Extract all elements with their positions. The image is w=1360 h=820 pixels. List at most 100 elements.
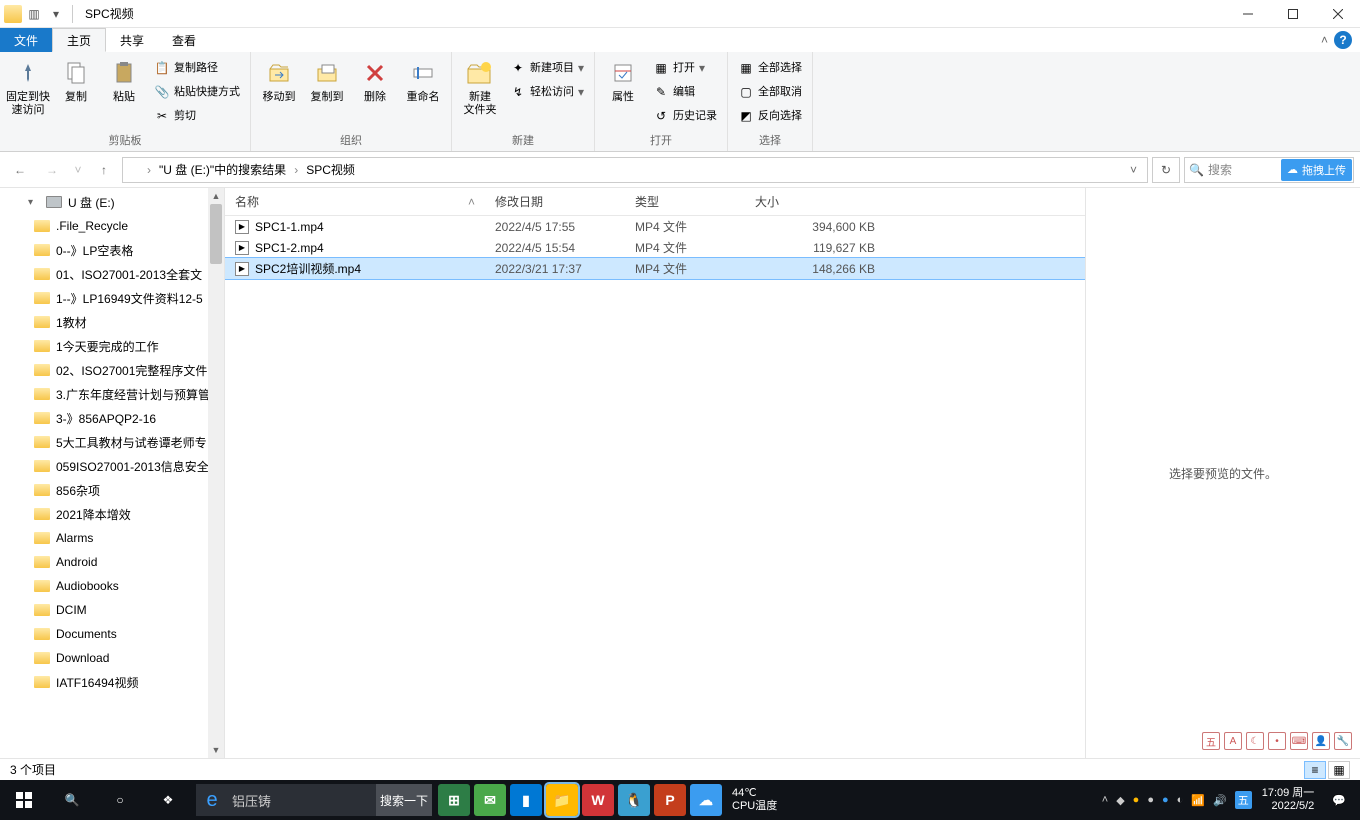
col-name[interactable]: 名称˄ xyxy=(225,193,485,210)
tray-icon-5[interactable]: ◐ xyxy=(1177,794,1184,806)
pinned-app-3[interactable]: ▮ xyxy=(510,784,542,816)
tree-folder[interactable]: 1今天要完成的工作 xyxy=(0,334,224,358)
help-icon[interactable]: ? xyxy=(1334,31,1352,49)
col-size[interactable]: 大小 xyxy=(745,193,885,210)
tray-icon-2[interactable]: ● xyxy=(1133,794,1140,806)
properties-button[interactable]: 属性 xyxy=(601,55,645,104)
tray-ime-icon[interactable]: 五 xyxy=(1235,791,1252,809)
chevron-right-icon[interactable]: › xyxy=(292,163,300,177)
nav-recent-button[interactable]: ˅ xyxy=(70,158,86,182)
paste-button[interactable]: 粘贴 xyxy=(102,55,146,104)
tree-folder[interactable]: Android xyxy=(0,550,224,574)
close-button[interactable] xyxy=(1315,0,1360,28)
edit-button[interactable]: ✎编辑 xyxy=(649,81,721,103)
tree-folder[interactable]: DCIM xyxy=(0,598,224,622)
tree-folder[interactable]: 0--》LP空表格 xyxy=(0,238,224,262)
new-item-button[interactable]: ✦新建项目▾ xyxy=(506,57,588,79)
nav-back-button[interactable]: ← xyxy=(6,158,34,182)
new-folder-button[interactable]: 新建 文件夹 xyxy=(458,55,502,117)
pinned-app-8[interactable]: ☁ xyxy=(690,784,722,816)
cortana-button[interactable]: ○ xyxy=(96,780,144,820)
ime-icon-1[interactable]: 五 xyxy=(1202,732,1220,750)
select-none-button[interactable]: ▢全部取消 xyxy=(734,81,806,103)
nav-up-button[interactable]: ↑ xyxy=(90,158,118,182)
upload-badge[interactable]: ☁ 拖拽上传 xyxy=(1281,159,1352,181)
ime-icon-6[interactable]: 👤 xyxy=(1312,732,1330,750)
file-row[interactable]: ▶SPC1-2.mp42022/4/5 15:54MP4 文件119,627 K… xyxy=(225,237,1085,258)
easy-access-button[interactable]: ↯轻松访问▾ xyxy=(506,81,588,103)
breadcrumb-1[interactable]: "U 盘 (E:)"中的搜索结果 xyxy=(155,161,290,178)
pinned-app-7[interactable]: P xyxy=(654,784,686,816)
details-view-button[interactable]: ≡ xyxy=(1304,761,1326,779)
paste-shortcut-button[interactable]: 📎粘贴快捷方式 xyxy=(150,81,244,103)
ime-icon-4[interactable]: • xyxy=(1268,732,1286,750)
tree-folder[interactable]: 02、ISO27001完整程序文件 xyxy=(0,358,224,382)
tree-folder[interactable]: Alarms xyxy=(0,526,224,550)
taskbar-clock[interactable]: 17:09 周一2022/5/2 xyxy=(1262,787,1315,813)
tree-folder[interactable]: Audiobooks xyxy=(0,574,224,598)
nav-forward-button[interactable]: → xyxy=(38,158,66,182)
tray-up-icon[interactable]: ˄ xyxy=(1102,794,1108,806)
tree-drive[interactable]: ▾U 盘 (E:) xyxy=(0,190,224,214)
tree-folder[interactable]: .File_Recycle xyxy=(0,214,224,238)
tree-folder[interactable]: 2021降本增效 xyxy=(0,502,224,526)
pinned-explorer[interactable]: 📁 xyxy=(546,784,578,816)
address-bar[interactable]: › "U 盘 (E:)"中的搜索结果 › SPC视频 ˅ xyxy=(122,157,1148,183)
taskbar-search-go[interactable]: 搜索一下 xyxy=(376,784,432,816)
scroll-down-icon[interactable]: ▼ xyxy=(208,742,224,758)
addr-dropdown-icon[interactable]: ˅ xyxy=(1124,163,1143,177)
delete-button[interactable]: 删除 xyxy=(353,55,397,104)
tray-icon-3[interactable]: ● xyxy=(1147,794,1154,806)
cut-button[interactable]: ✂剪切 xyxy=(150,105,244,127)
invert-selection-button[interactable]: ◩反向选择 xyxy=(734,105,806,127)
ime-icon-3[interactable]: ☾ xyxy=(1246,732,1264,750)
tab-home[interactable]: 主页 xyxy=(52,28,106,52)
copy-path-button[interactable]: 📋复制路径 xyxy=(150,57,244,79)
nav-scrollbar[interactable]: ▲ ▼ xyxy=(208,188,224,758)
icons-view-button[interactable]: ▦ xyxy=(1328,761,1350,779)
pinned-app-1[interactable]: ⊞ xyxy=(438,784,470,816)
pin-button[interactable]: 固定到快 速访问 xyxy=(6,55,50,117)
open-button[interactable]: ▦打开▾ xyxy=(649,57,721,79)
pinned-app-6[interactable]: 🐧 xyxy=(618,784,650,816)
qat-dropdown-icon[interactable]: ▾ xyxy=(46,3,66,25)
tab-share[interactable]: 共享 xyxy=(106,28,158,52)
ime-icon-7[interactable]: 🔧 xyxy=(1334,732,1352,750)
chevron-right-icon[interactable]: › xyxy=(145,163,153,177)
taskbar-temperature[interactable]: 44℃CPU温度 xyxy=(724,787,785,813)
refresh-button[interactable]: ↻ xyxy=(1152,157,1180,183)
tab-file[interactable]: 文件 xyxy=(0,28,52,52)
qat-properties-icon[interactable]: ▥ xyxy=(24,3,44,25)
select-all-button[interactable]: ▦全部选择 xyxy=(734,57,806,79)
tree-folder[interactable]: 3-》856APQP2-16 xyxy=(0,406,224,430)
copyto-button[interactable]: 复制到 xyxy=(305,55,349,104)
tree-folder[interactable]: 1--》LP16949文件资料12-5 xyxy=(0,286,224,310)
tree-folder[interactable]: 5大工具教材与试卷谭老师专 xyxy=(0,430,224,454)
tree-folder[interactable]: 01、ISO27001-2013全套文 xyxy=(0,262,224,286)
rename-button[interactable]: 重命名 xyxy=(401,55,445,104)
breadcrumb-2[interactable]: SPC视频 xyxy=(302,161,359,178)
ime-icon-2[interactable]: A xyxy=(1224,732,1242,750)
notifications-button[interactable]: 💬 xyxy=(1324,794,1354,807)
tree-folder[interactable]: 3.广东年度经营计划与预算管 xyxy=(0,382,224,406)
moveto-button[interactable]: 移动到 xyxy=(257,55,301,104)
pinned-app-2[interactable]: ✉ xyxy=(474,784,506,816)
ribbon-collapse-icon[interactable]: ˄ xyxy=(1321,33,1328,47)
tray-icon-1[interactable]: ◆ xyxy=(1116,794,1124,807)
tree-folder[interactable]: 059ISO27001-2013信息安全 xyxy=(0,454,224,478)
tray-wifi-icon[interactable]: 📶 xyxy=(1191,794,1205,807)
col-date[interactable]: 修改日期 xyxy=(485,193,625,210)
tree-folder[interactable]: 1教材 xyxy=(0,310,224,334)
taskview-button[interactable]: ❖ xyxy=(144,780,192,820)
file-row[interactable]: ▶SPC2培训视频.mp42022/3/21 17:37MP4 文件148,26… xyxy=(225,258,1085,279)
maximize-button[interactable] xyxy=(1270,0,1315,28)
tree-folder[interactable]: 856杂项 xyxy=(0,478,224,502)
taskbar-search[interactable]: e 铝压铸 搜索一下 xyxy=(196,784,432,816)
tray-volume-icon[interactable]: 🔊 xyxy=(1213,794,1227,807)
tree-folder[interactable]: IATF16494视频 xyxy=(0,670,224,694)
pinned-app-5[interactable]: W xyxy=(582,784,614,816)
history-button[interactable]: ↺历史记录 xyxy=(649,105,721,127)
ime-icon-5[interactable]: ⌨ xyxy=(1290,732,1308,750)
minimize-button[interactable] xyxy=(1225,0,1270,28)
start-button[interactable] xyxy=(0,780,48,820)
